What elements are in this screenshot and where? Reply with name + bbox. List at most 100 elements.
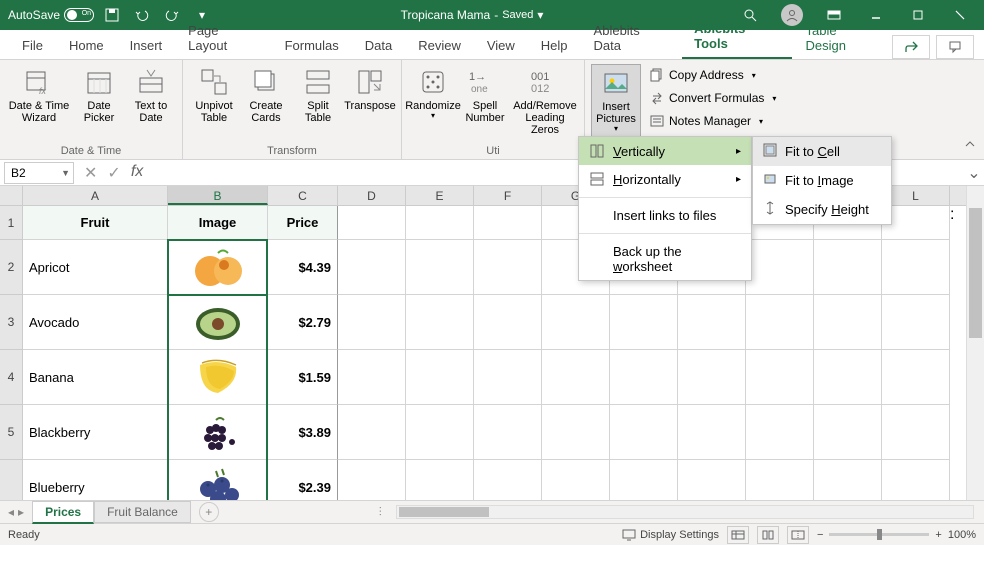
col-header-d[interactable]: D (338, 186, 406, 205)
notes-icon (649, 113, 665, 129)
cell-fruit[interactable]: Banana (23, 350, 168, 405)
sheet-tab-prices[interactable]: Prices (32, 501, 94, 524)
tab-help[interactable]: Help (529, 32, 580, 59)
cell-fruit[interactable]: Blueberry (23, 460, 168, 500)
col-header-f[interactable]: F (474, 186, 542, 205)
close-button[interactable] (940, 0, 980, 30)
row-header-4[interactable]: 4 (0, 350, 22, 405)
menu-insert-links[interactable]: Insert links to files (579, 202, 751, 229)
menu-vertically[interactable]: Vertically▸ (579, 137, 751, 165)
transpose-button[interactable]: Transpose (345, 64, 395, 143)
display-settings-button[interactable]: Display Settings (622, 529, 719, 541)
zoom-slider[interactable] (829, 533, 929, 536)
vertical-scrollbar[interactable] (966, 186, 984, 500)
date-picker-button[interactable]: Date Picker (74, 64, 124, 143)
zoom-out-button[interactable]: − (817, 529, 823, 541)
cell-b1[interactable]: Image (168, 206, 268, 240)
horizontal-scrollbar[interactable] (396, 505, 974, 519)
tab-formulas[interactable]: Formulas (273, 32, 351, 59)
undo-icon[interactable] (130, 3, 154, 27)
tab-insert[interactable]: Insert (118, 32, 175, 59)
save-icon[interactable] (100, 3, 124, 27)
page-layout-view-button[interactable] (757, 526, 779, 544)
zoom-level[interactable]: 100% (948, 529, 976, 541)
row-header-3[interactable]: 3 (0, 295, 22, 350)
tab-table-design[interactable]: Table Design (794, 17, 890, 59)
scrollbar-thumb[interactable] (969, 208, 982, 338)
tab-review[interactable]: Review (406, 32, 473, 59)
cell-price[interactable]: $2.39 (268, 460, 338, 500)
notes-manager-button[interactable]: Notes Manager▾ (643, 110, 782, 132)
comments-button[interactable] (936, 35, 974, 59)
col-header-c[interactable]: C (268, 186, 338, 205)
page-break-view-button[interactable] (787, 526, 809, 544)
col-header-b[interactable]: B (168, 186, 268, 205)
cell-price[interactable]: $3.89 (268, 405, 338, 460)
convert-formulas-button[interactable]: Convert Formulas▾ (643, 87, 782, 109)
cell-image[interactable] (168, 350, 268, 405)
col-header-a[interactable]: A (23, 186, 168, 205)
col-header-e[interactable]: E (406, 186, 474, 205)
leading-zeros-button[interactable]: 001012Add/Remove Leading Zeros (512, 64, 578, 143)
cell-c1[interactable]: Price (268, 206, 338, 240)
cell-price[interactable]: $4.39 (268, 240, 338, 295)
spell-number-button[interactable]: 1→oneSpell Number (460, 64, 510, 143)
randomize-button[interactable]: Randomize▾ (408, 64, 458, 143)
sheet-nav-prev-icon[interactable]: ◂ (8, 505, 14, 519)
tab-page-layout[interactable]: Page Layout (176, 17, 270, 59)
menu-fit-to-image[interactable]: Fit to Image (753, 166, 891, 195)
tab-ablebits-data[interactable]: Ablebits Data (582, 17, 681, 59)
copy-address-button[interactable]: Copy Address▾ (643, 64, 782, 86)
cell-fruit[interactable]: Apricot (23, 240, 168, 295)
autosave-toggle[interactable]: On (64, 8, 94, 22)
fit-image-icon (763, 172, 777, 189)
menu-horizontally[interactable]: Horizontally▸ (579, 165, 751, 193)
tab-file[interactable]: File (10, 32, 55, 59)
cell-image[interactable] (168, 460, 268, 500)
menu-fit-to-cell[interactable]: Fit to Cell (753, 137, 891, 166)
title-dropdown-icon[interactable]: ▾ (537, 8, 543, 22)
name-box[interactable]: B2▼ (4, 162, 74, 184)
cell-price[interactable]: $2.79 (268, 295, 338, 350)
fx-icon[interactable]: fx (131, 163, 143, 183)
tab-data[interactable]: Data (353, 32, 404, 59)
autosave-control[interactable]: AutoSave On (8, 8, 94, 22)
collapse-ribbon-icon[interactable] (964, 137, 976, 155)
cell-image[interactable] (168, 240, 268, 295)
menu-specify-height[interactable]: Specify Height (753, 195, 891, 224)
sheet-nav-next-icon[interactable]: ▸ (18, 505, 24, 519)
date-time-wizard-button[interactable]: fxDate & Time Wizard (6, 64, 72, 143)
chevron-down-icon[interactable]: ▼ (61, 168, 70, 178)
cell-a1[interactable]: Fruit (23, 206, 168, 240)
cells-area[interactable]: Fruit Image Price : Apricot $4.39 Avocad… (23, 206, 966, 500)
accept-formula-icon[interactable]: ✓ (107, 163, 120, 183)
expand-formula-bar-icon[interactable]: ⌄ (964, 163, 984, 183)
normal-view-button[interactable] (727, 526, 749, 544)
tab-view[interactable]: View (475, 32, 527, 59)
unpivot-table-button[interactable]: Unpivot Table (189, 64, 239, 143)
tab-home[interactable]: Home (57, 32, 116, 59)
row-header-2[interactable]: 2 (0, 240, 22, 295)
share-button[interactable] (892, 35, 930, 59)
cell-fruit[interactable]: Avocado (23, 295, 168, 350)
cell-price[interactable]: $1.59 (268, 350, 338, 405)
sheet-tab-fruit-balance[interactable]: Fruit Balance (94, 501, 191, 523)
row-header-1[interactable]: 1 (0, 206, 22, 240)
select-all-corner[interactable] (0, 186, 23, 206)
zoom-in-button[interactable]: + (935, 529, 941, 541)
tab-ablebits-tools[interactable]: Ablebits Tools (682, 15, 791, 59)
menu-backup[interactable]: Back up the worksheet (579, 238, 751, 280)
cell-fruit[interactable]: Blackberry (23, 405, 168, 460)
cell-image[interactable] (168, 295, 268, 350)
add-sheet-button[interactable]: + (199, 502, 219, 522)
scrollbar-thumb[interactable] (399, 507, 489, 517)
text-to-date-button[interactable]: Text to Date (126, 64, 176, 143)
create-cards-button[interactable]: Create Cards (241, 64, 291, 143)
blueberry-image (187, 463, 249, 500)
col-header-l[interactable]: L (882, 186, 950, 205)
cell-image[interactable] (168, 405, 268, 460)
maximize-button[interactable] (898, 0, 938, 30)
split-table-button[interactable]: Split Table (293, 64, 343, 143)
cancel-formula-icon[interactable]: ✕ (84, 163, 97, 183)
row-header-5[interactable]: 5 (0, 405, 22, 460)
